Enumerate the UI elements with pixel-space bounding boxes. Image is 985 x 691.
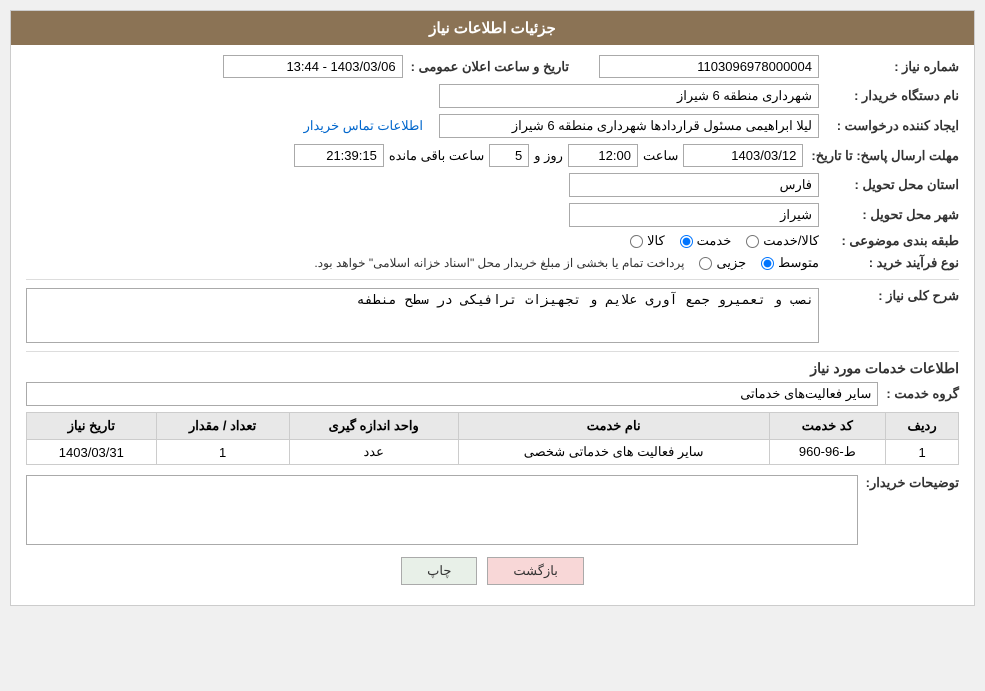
button-container: بازگشت چاپ xyxy=(26,557,959,585)
deadline-remain-label: ساعت باقی مانده xyxy=(389,148,484,164)
deadline-label: مهلت ارسال پاسخ: تا تاریخ: xyxy=(803,148,959,164)
th-name: نام خدمت xyxy=(458,413,769,440)
deadline-date: 1403/03/12 xyxy=(683,144,803,167)
td-quantity: 1 xyxy=(156,440,289,465)
radio-motevaset-input[interactable] xyxy=(761,257,774,270)
deadline-time: 12:00 xyxy=(568,144,638,167)
services-table-container: ردیف کد خدمت نام خدمت واحد اندازه گیری ت… xyxy=(26,412,959,465)
td-date: 1403/03/31 xyxy=(27,440,157,465)
province-value: فارس xyxy=(569,173,819,197)
description-textarea[interactable] xyxy=(26,288,819,343)
radio-kala-khedmat[interactable]: کالا/خدمت xyxy=(746,233,819,249)
row-dastgah: نام دستگاه خریدار : شهرداری منطقه 6 شیرا… xyxy=(26,84,959,108)
dastgah-value: شهرداری منطقه 6 شیراز xyxy=(439,84,819,108)
table-body: 1ط-96-960سایر فعالیت های خدماتی شخصیعدد1… xyxy=(27,440,959,465)
creator-value: لیلا ابراهیمی مسئول قراردادها شهرداری من… xyxy=(439,114,819,138)
radio-motevaset[interactable]: متوسط xyxy=(761,255,819,271)
divider-1 xyxy=(26,279,959,280)
date-value: 1403/03/06 - 13:44 xyxy=(223,55,403,78)
page-header: جزئیات اطلاعات نیاز xyxy=(11,11,974,45)
row-deadline: مهلت ارسال پاسخ: تا تاریخ: 1403/03/12 سا… xyxy=(26,144,959,167)
radio-kala[interactable]: کالا xyxy=(630,233,665,249)
radio-kala-khedmat-label: کالا/خدمت xyxy=(763,233,819,249)
process-radio-group: متوسط جزیی xyxy=(699,255,819,271)
creator-label: ایجاد کننده درخواست : xyxy=(819,118,959,134)
table-header-row: ردیف کد خدمت نام خدمت واحد اندازه گیری ت… xyxy=(27,413,959,440)
services-title: اطلاعات خدمات مورد نیاز xyxy=(26,360,959,377)
table-row: 1ط-96-960سایر فعالیت های خدماتی شخصیعدد1… xyxy=(27,440,959,465)
category-label: طبقه بندی موضوعی : xyxy=(819,233,959,249)
row-city: شهر محل تحویل : شیراز xyxy=(26,203,959,227)
th-radif: ردیف xyxy=(886,413,959,440)
td-unit: عدد xyxy=(289,440,458,465)
radio-kala-label: کالا xyxy=(647,233,665,249)
buyer-notes-label: توضیحات خریدار: xyxy=(858,475,959,491)
creator-link[interactable]: اطلاعات تماس خریدار xyxy=(304,118,423,134)
group-label: گروه خدمت : xyxy=(886,386,959,402)
row-category: طبقه بندی موضوعی : کالا/خدمت خدمت کالا xyxy=(26,233,959,249)
row-process: نوع فرآیند خرید : متوسط جزیی پرداخت تمام… xyxy=(26,255,959,271)
radio-khedmat-label: خدمت xyxy=(697,233,732,249)
th-date: تاریخ نیاز xyxy=(27,413,157,440)
deadline-day: 5 xyxy=(489,144,529,167)
process-label: نوع فرآیند خرید : xyxy=(819,255,959,271)
row-buyer-notes: توضیحات خریدار: xyxy=(26,475,959,545)
radio-khedmat[interactable]: خدمت xyxy=(680,233,732,249)
date-label: تاریخ و ساعت اعلان عمومی : xyxy=(403,59,569,75)
row-description: شرح کلی نیاز : xyxy=(26,288,959,343)
description-label: شرح کلی نیاز : xyxy=(819,288,959,304)
row-group: گروه خدمت : سایر فعالیت‌های خدماتی xyxy=(26,382,959,406)
radio-khedmat-input[interactable] xyxy=(680,235,693,248)
buyer-notes-textarea[interactable] xyxy=(26,475,858,545)
city-value: شیراز xyxy=(569,203,819,227)
radio-kala-input[interactable] xyxy=(630,235,643,248)
th-code: کد خدمت xyxy=(769,413,886,440)
td-code: ط-96-960 xyxy=(769,440,886,465)
niyaz-number-value: 1103096978000004 xyxy=(599,55,819,78)
deadline-day-label: روز و xyxy=(534,148,563,164)
td-name: سایر فعالیت های خدماتی شخصی xyxy=(458,440,769,465)
services-table: ردیف کد خدمت نام خدمت واحد اندازه گیری ت… xyxy=(26,412,959,465)
radio-jozi[interactable]: جزیی xyxy=(699,255,746,271)
deadline-remain: 21:39:15 xyxy=(294,144,384,167)
row-province: استان محل تحویل : فارس xyxy=(26,173,959,197)
content-area: شماره نیاز : 1103096978000004 تاریخ و سا… xyxy=(11,45,974,605)
province-label: استان محل تحویل : xyxy=(819,177,959,193)
group-value: سایر فعالیت‌های خدماتی xyxy=(26,382,878,406)
city-label: شهر محل تحویل : xyxy=(819,207,959,223)
divider-2 xyxy=(26,351,959,352)
deadline-time-label: ساعت xyxy=(643,148,678,164)
row-niyaz-date: شماره نیاز : 1103096978000004 تاریخ و سا… xyxy=(26,55,959,78)
radio-motevaset-label: متوسط xyxy=(778,255,819,271)
niyaz-number-label: شماره نیاز : xyxy=(819,59,959,75)
page-container: جزئیات اطلاعات نیاز شماره نیاز : 1103096… xyxy=(10,10,975,606)
back-button[interactable]: بازگشت xyxy=(487,557,583,585)
category-radio-group: کالا/خدمت خدمت کالا xyxy=(630,233,819,249)
row-creator: ایجاد کننده درخواست : لیلا ابراهیمی مسئو… xyxy=(26,114,959,138)
th-unit: واحد اندازه گیری xyxy=(289,413,458,440)
radio-jozi-label: جزیی xyxy=(716,255,746,271)
print-button[interactable]: چاپ xyxy=(401,557,477,585)
th-quantity: تعداد / مقدار xyxy=(156,413,289,440)
process-note: پرداخت تمام یا بخشی از مبلغ خریدار محل "… xyxy=(314,256,684,270)
radio-jozi-input[interactable] xyxy=(699,257,712,270)
radio-kala-khedmat-input[interactable] xyxy=(746,235,759,248)
dastgah-label: نام دستگاه خریدار : xyxy=(819,88,959,104)
td-radif: 1 xyxy=(886,440,959,465)
page-title: جزئیات اطلاعات نیاز xyxy=(429,20,556,37)
